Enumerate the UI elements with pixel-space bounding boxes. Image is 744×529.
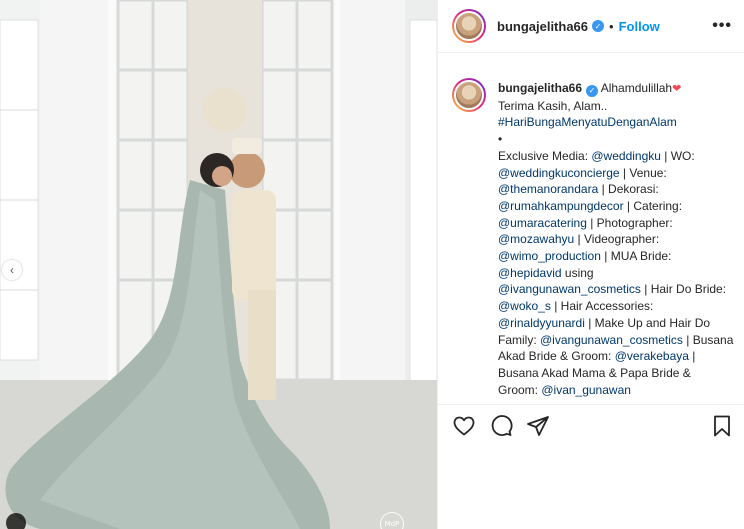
caption-credit-text: | WO:	[660, 148, 695, 163]
caption-credit-text: | Hair Accessories:	[550, 299, 654, 314]
mention-link[interactable]: @rinaldyyunardi	[498, 316, 585, 330]
caption-credit-text: | Videographer:	[574, 232, 660, 247]
user-tag-icon[interactable]	[6, 513, 26, 529]
caption-credit-text: | MUA Bride:	[600, 249, 672, 264]
share-icon[interactable]	[526, 414, 550, 438]
divider	[438, 404, 744, 405]
caption-bullet: •	[498, 132, 503, 147]
caption-credits: Exclusive Media: @weddingku | WO: @weddi…	[498, 149, 733, 397]
mention-link[interactable]: @ivangunawan_cosmetics	[498, 282, 641, 296]
mention-link[interactable]: @ivangunawan_cosmetics	[540, 333, 683, 347]
caption-username[interactable]: bungajelitha66	[498, 81, 582, 95]
comment-icon[interactable]	[489, 414, 513, 438]
caption-credit-text: | Dekorasi:	[598, 182, 659, 197]
caption-avatar[interactable]	[452, 78, 486, 112]
mention-link[interactable]: @weddingku	[591, 149, 661, 163]
caption-line1: Alhamdulillah	[600, 81, 673, 95]
caption-credit-text: | Venue:	[619, 165, 667, 180]
mention-link[interactable]: @themanorandara	[498, 182, 598, 196]
verified-badge-icon: ✓	[592, 20, 605, 32]
chevron-left-icon: ‹	[10, 263, 14, 277]
watermark-logo: MdP	[380, 512, 404, 529]
wedding-photo	[0, 0, 437, 529]
caption-credit-text: | Hair Do Bride:	[640, 282, 727, 297]
red-heart-emoji-icon: ❤	[672, 83, 682, 95]
hashtag-link[interactable]: #HariBungaMenyatuDenganAlam	[498, 115, 677, 129]
previous-photo-button[interactable]: ‹	[2, 260, 22, 280]
caption-credit-text: Exclusive Media:	[498, 148, 592, 163]
post-photo[interactable]: ‹ MdP	[0, 0, 437, 529]
mention-link[interactable]: @rumahkampungdecor	[498, 199, 624, 213]
caption-credit-text: | Photographer:	[586, 215, 673, 230]
caption-line2: Terima Kasih, Alam..	[498, 98, 608, 113]
header-username[interactable]: bungajelitha66	[497, 19, 588, 34]
bookmark-icon[interactable]	[710, 414, 734, 438]
post-side-panel: bungajelitha66 ✓ • Follow ••• bungajelit…	[437, 0, 744, 529]
mention-link[interactable]: @umaracatering	[498, 216, 587, 230]
caption-text: bungajelitha66 ✓ Alhamdulillah❤ Terima Ka…	[498, 80, 734, 398]
heart-icon[interactable]	[452, 414, 476, 438]
caption-credit-text: | Catering:	[623, 198, 683, 213]
header-separator: •	[609, 18, 614, 34]
mention-link[interactable]: @ivan_gunawan	[541, 383, 631, 397]
mention-link[interactable]: @verakebaya	[615, 349, 689, 363]
mention-link[interactable]: @weddingkuconcierge	[498, 166, 620, 180]
verified-badge-icon: ✓	[586, 85, 599, 98]
follow-button[interactable]: Follow	[619, 19, 660, 34]
caption-credit-text: using	[561, 265, 594, 280]
mention-link[interactable]: @wimo_production	[498, 249, 601, 263]
post-caption: bungajelitha66 ✓ Alhamdulillah❤ Terima Ka…	[452, 78, 734, 408]
avatar[interactable]	[452, 9, 486, 43]
mention-link[interactable]: @woko_s	[498, 299, 551, 313]
post-header: bungajelitha66 ✓ • Follow •••	[438, 0, 744, 53]
action-bar	[452, 414, 734, 442]
more-options-icon[interactable]: •••	[712, 17, 732, 35]
mention-link[interactable]: @mozawahyu	[498, 232, 574, 246]
mention-link[interactable]: @hepidavid	[498, 266, 562, 280]
